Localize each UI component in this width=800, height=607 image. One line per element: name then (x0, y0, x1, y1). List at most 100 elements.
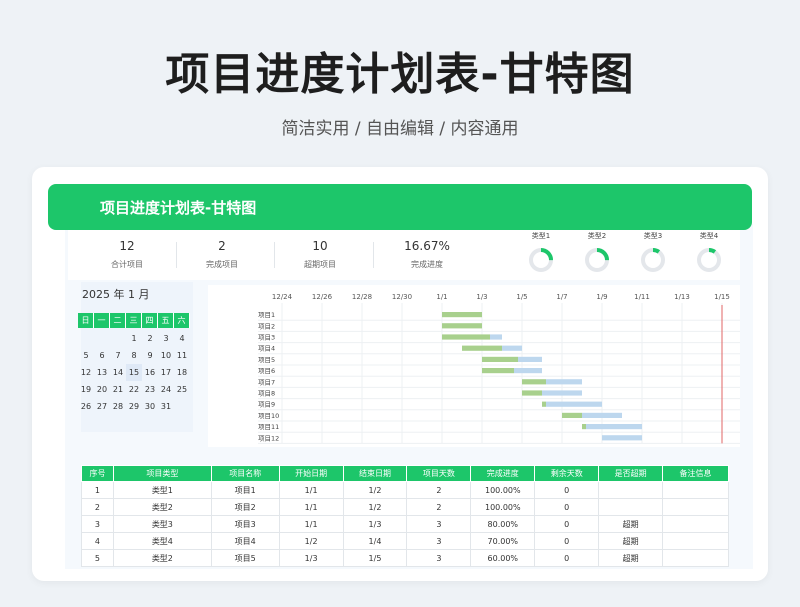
table-row[interactable]: 5 类型2 项目5 1/3 1/5 3 60.00% 0 超期 (81, 549, 729, 567)
table-cell[interactable] (662, 481, 729, 499)
type-ring-label: 类型2 (587, 232, 607, 240)
table-cell[interactable]: 1/2 (278, 532, 344, 550)
table-cell[interactable]: 类型3 (112, 515, 212, 533)
calendar-day[interactable]: 23 (142, 381, 158, 398)
calendar-day[interactable]: 26 (78, 398, 94, 415)
gantt-date-label: 12/30 (392, 293, 412, 301)
calendar-day[interactable]: 17 (158, 364, 174, 381)
calendar-day[interactable]: 2 (142, 330, 158, 347)
calendar-day[interactable]: 16 (142, 364, 158, 381)
calendar-day[interactable]: 12 (78, 364, 94, 381)
calendar: 2025 年 1 月 日一二三四五六 1 2 3 4 5 6 7 8 9 10 11 12 13 14 15 1… (78, 285, 198, 435)
table-cell[interactable] (662, 532, 729, 550)
calendar-day[interactable]: 25 (174, 381, 190, 398)
calendar-day[interactable]: 10 (158, 347, 174, 364)
calendar-day[interactable]: 22 (126, 381, 142, 398)
table-cell[interactable]: 3 (406, 515, 472, 533)
calendar-day[interactable]: 31 (158, 398, 174, 415)
table-cell[interactable]: 3 (406, 549, 472, 567)
table-cell[interactable]: 80.00% (470, 515, 536, 533)
table-cell[interactable]: 1/5 (342, 549, 408, 567)
table-cell[interactable]: 3 (406, 532, 472, 550)
table-cell[interactable]: 项目2 (210, 498, 280, 516)
table-row[interactable]: 2 类型2 项目2 1/1 1/2 2 100.00% 0 (81, 498, 729, 516)
calendar-day[interactable]: 4 (174, 330, 190, 347)
table-cell[interactable]: 1/1 (278, 515, 344, 533)
table-cell[interactable]: 类型4 (112, 532, 212, 550)
table-cell[interactable]: 3 (81, 515, 114, 533)
calendar-day[interactable]: 6 (94, 347, 110, 364)
table-cell[interactable]: 60.00% (470, 549, 536, 567)
table-cell[interactable]: 1/1 (278, 498, 344, 516)
table-header-cell[interactable]: 项目类型 (112, 465, 212, 482)
table-cell[interactable]: 100.00% (470, 481, 536, 499)
calendar-day[interactable]: 29 (126, 398, 142, 415)
table-cell[interactable] (598, 481, 664, 499)
table-cell[interactable]: 1/2 (342, 498, 408, 516)
table-cell[interactable]: 0 (534, 498, 600, 516)
table-cell[interactable]: 1 (81, 481, 114, 499)
table-header-cell[interactable]: 开始日期 (278, 465, 344, 482)
table-cell[interactable]: 2 (81, 498, 114, 516)
table-cell[interactable]: 类型1 (112, 481, 212, 499)
table-cell[interactable]: 2 (406, 481, 472, 499)
table-cell[interactable]: 项目4 (210, 532, 280, 550)
table-cell[interactable]: 2 (406, 498, 472, 516)
table-cell[interactable]: 70.00% (470, 532, 536, 550)
table-cell[interactable]: 项目5 (210, 549, 280, 567)
calendar-day[interactable]: 28 (110, 398, 126, 415)
table-cell[interactable]: 4 (81, 532, 114, 550)
calendar-day[interactable]: 13 (94, 364, 110, 381)
calendar-day[interactable]: 11 (174, 347, 190, 364)
table-cell[interactable]: 5 (81, 549, 114, 567)
table-row[interactable]: 1 类型1 项目1 1/1 1/2 2 100.00% 0 (81, 481, 729, 499)
table-cell[interactable]: 1/1 (278, 481, 344, 499)
table-cell[interactable] (662, 549, 729, 567)
table-cell[interactable]: 1/4 (342, 532, 408, 550)
table-cell[interactable] (662, 515, 729, 533)
table-cell[interactable]: 类型2 (112, 498, 212, 516)
table-cell[interactable]: 0 (534, 532, 600, 550)
type-ring-4: 类型4 (679, 230, 739, 277)
table-cell[interactable]: 100.00% (470, 498, 536, 516)
table-row[interactable]: 4 类型4 项目4 1/2 1/4 3 70.00% 0 超期 (81, 532, 729, 550)
calendar-day[interactable]: 20 (94, 381, 110, 398)
table-cell[interactable] (598, 498, 664, 516)
table-cell[interactable]: 0 (534, 515, 600, 533)
table-cell[interactable]: 类型2 (112, 549, 212, 567)
calendar-day[interactable]: 8 (126, 347, 142, 364)
calendar-today[interactable]: 15 (126, 364, 142, 381)
table-header-cell[interactable]: 备注信息 (662, 465, 729, 482)
table-cell[interactable] (662, 498, 729, 516)
calendar-day[interactable]: 9 (142, 347, 158, 364)
table-header-cell[interactable]: 是否超期 (598, 465, 664, 482)
table-row[interactable]: 3 类型3 项目3 1/1 1/3 3 80.00% 0 超期 (81, 515, 729, 533)
table-cell[interactable]: 项目3 (210, 515, 280, 533)
table-cell[interactable]: 超期 (598, 532, 664, 550)
table-header-cell[interactable]: 结束日期 (342, 465, 408, 482)
table-header-cell[interactable]: 完成进度 (470, 465, 536, 482)
calendar-day[interactable]: 27 (94, 398, 110, 415)
calendar-day[interactable]: 5 (78, 347, 94, 364)
calendar-day[interactable]: 30 (142, 398, 158, 415)
table-cell[interactable]: 1/2 (342, 481, 408, 499)
table-header-cell[interactable]: 项目名称 (210, 465, 280, 482)
calendar-day[interactable]: 7 (110, 347, 126, 364)
calendar-day[interactable]: 19 (78, 381, 94, 398)
calendar-day[interactable]: 3 (158, 330, 174, 347)
table-cell[interactable]: 超期 (598, 549, 664, 567)
table-cell[interactable]: 超期 (598, 515, 664, 533)
calendar-day[interactable]: 18 (174, 364, 190, 381)
table-header-cell[interactable]: 序号 (81, 465, 114, 482)
calendar-day[interactable]: 1 (126, 330, 142, 347)
calendar-day[interactable]: 14 (110, 364, 126, 381)
table-cell[interactable]: 0 (534, 481, 600, 499)
calendar-day[interactable]: 24 (158, 381, 174, 398)
table-cell[interactable]: 0 (534, 549, 600, 567)
table-header-cell[interactable]: 项目天数 (406, 465, 472, 482)
table-cell[interactable]: 1/3 (342, 515, 408, 533)
calendar-day[interactable]: 21 (110, 381, 126, 398)
table-cell[interactable]: 项目1 (210, 481, 280, 499)
table-header-cell[interactable]: 剩余天数 (534, 465, 600, 482)
table-cell[interactable]: 1/3 (278, 549, 344, 567)
